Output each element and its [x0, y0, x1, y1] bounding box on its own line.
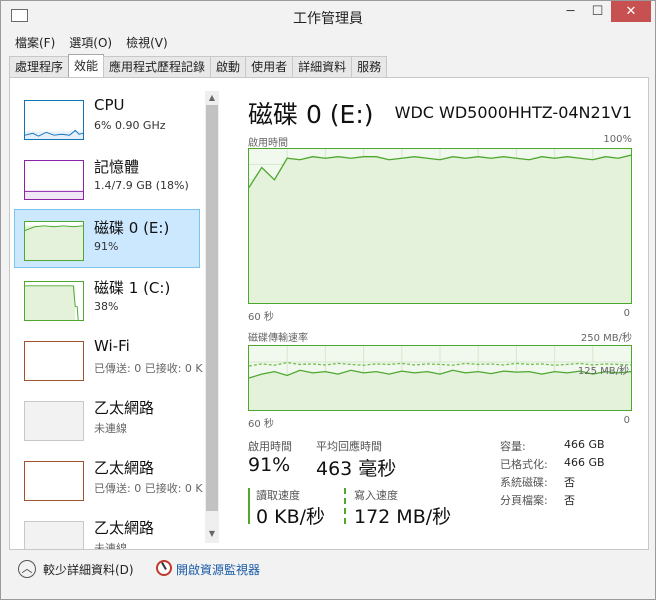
menu-file[interactable]: 檔案(F)	[15, 34, 55, 51]
open-resource-monitor-link[interactable]: 開啟資源監視器	[176, 561, 260, 578]
sidebar-item-label: CPU	[94, 96, 125, 114]
sidebar-item-ethernet-3[interactable]: 乙太網路 未連線	[14, 509, 200, 549]
tab-performance[interactable]: 效能	[68, 54, 105, 77]
cpu-thumbnail-graph	[24, 100, 84, 140]
sidebar-item-memory[interactable]: 記憶體 1.4/7.9 GB (18%)	[14, 148, 200, 207]
read-speed-label: 讀取速度	[256, 489, 300, 502]
tab-services[interactable]: 服務	[351, 56, 388, 77]
maximize-button[interactable]: ☐	[584, 1, 611, 22]
scrollbar-thumb[interactable]	[206, 105, 218, 511]
disk-title: 磁碟 0 (E:)	[248, 100, 374, 129]
chart-series-area	[249, 370, 631, 410]
title-bar: 工作管理員 ─ ☐ ✕	[1, 1, 655, 32]
sidebar-item-value: 未連線	[94, 542, 127, 549]
system-disk-label: 系統磁碟:	[500, 476, 548, 489]
tab-startup[interactable]: 啟動	[210, 56, 247, 77]
sidebar-item-disk-0[interactable]: 磁碟 0 (E:) 91%	[14, 209, 200, 268]
capacity-value: 466 GB	[564, 438, 605, 451]
chart-series-area	[249, 155, 631, 303]
transfer-rate-chart-mid: 125 MB/秒	[577, 366, 629, 377]
sidebar-item-value: 未連線	[94, 422, 127, 435]
active-time-chart	[248, 148, 632, 304]
minimize-button[interactable]: ─	[557, 1, 584, 22]
task-manager-window: 工作管理員 ─ ☐ ✕ 檔案(F) 選項(O) 檢視(V) 處理程序 效能 應用…	[0, 0, 656, 600]
transfer-rate-axis-left: 60 秒	[248, 419, 274, 430]
write-speed-indicator	[344, 488, 346, 524]
page-file-label: 分頁檔案:	[500, 494, 548, 507]
wifi-thumbnail-graph	[24, 341, 84, 381]
sidebar-item-value: 6% 0.90 GHz	[94, 119, 166, 132]
active-time-stat-value: 91%	[248, 454, 291, 476]
menu-view[interactable]: 檢視(V)	[126, 34, 168, 51]
sidebar-item-value: 1.4/7.9 GB (18%)	[94, 179, 189, 192]
read-speed-value: 0 KB/秒	[256, 506, 326, 528]
ethernet1-thumbnail-graph	[24, 401, 84, 441]
close-button[interactable]: ✕	[611, 1, 651, 22]
active-time-chart-max: 100%	[603, 134, 632, 145]
sidebar-item-value: 已傳送: 0 已接收: 0 K	[94, 362, 203, 375]
transfer-rate-chart: 125 MB/秒	[248, 345, 632, 411]
sidebar-item-label: 磁碟 1 (C:)	[94, 279, 171, 297]
formatted-label: 已格式化:	[500, 458, 548, 471]
capacity-label: 容量:	[500, 440, 526, 453]
disk-detail-pane: 磁碟 0 (E:) WDC WD5000HHTZ-04N21V1 啟用時間 10…	[248, 78, 632, 549]
sidebar-item-value: 91%	[94, 240, 119, 253]
active-time-chart-label: 啟用時間	[248, 138, 288, 149]
sidebar-item-label: 乙太網路	[94, 399, 155, 417]
sidebar-item-value: 已傳送: 0 已接收: 0 K	[94, 482, 203, 495]
avg-response-stat-value: 463 毫秒	[316, 458, 397, 480]
page-file-value: 否	[564, 494, 575, 507]
memory-thumbnail-graph	[24, 160, 84, 200]
sidebar-scrollbar[interactable]: ▲ ▼	[205, 91, 219, 543]
read-speed-indicator	[248, 488, 250, 524]
footer-bar: ︿ 較少詳細資料(D) 開啟資源監視器	[1, 551, 655, 587]
sidebar-item-value: 38%	[94, 300, 119, 313]
sidebar-item-label: 乙太網路	[94, 459, 155, 477]
tab-users[interactable]: 使用者	[245, 56, 294, 77]
disk1-thumbnail-graph	[24, 281, 84, 321]
sidebar-item-label: Wi-Fi	[94, 337, 130, 355]
sidebar-item-label: 記憶體	[94, 158, 140, 176]
sidebar-item-label: 乙太網路	[94, 519, 155, 537]
tab-processes[interactable]: 處理程序	[9, 56, 70, 77]
tab-details[interactable]: 詳細資料	[292, 56, 353, 77]
resource-monitor-icon[interactable]	[156, 560, 172, 576]
sidebar-item-wifi[interactable]: Wi-Fi 已傳送: 0 已接收: 0 K	[14, 329, 203, 388]
transfer-rate-chart-max: 250 MB/秒	[580, 333, 632, 344]
sidebar-item-ethernet-2[interactable]: 乙太網路 已傳送: 0 已接收: 0 K	[14, 449, 203, 508]
chevron-up-icon[interactable]: ︿	[18, 560, 36, 578]
transfer-rate-chart-label: 磁碟傳輸速率	[248, 333, 308, 344]
scroll-up-arrow-icon[interactable]: ▲	[205, 91, 219, 105]
write-speed-label: 寫入速度	[354, 489, 398, 502]
tab-strip: 處理程序 效能 應用程式歷程記錄 啟動 使用者 詳細資料 服務	[9, 54, 388, 77]
write-speed-value: 172 MB/秒	[354, 506, 452, 528]
active-time-axis-right: 0	[623, 308, 630, 319]
fewer-details-link[interactable]: 較少詳細資料(D)	[43, 561, 134, 578]
formatted-value: 466 GB	[564, 456, 605, 469]
performance-panel: CPU 6% 0.90 GHz 記憶體 1.4/7.9 GB (18%) 磁碟 …	[9, 77, 649, 550]
sidebar-item-ethernet-1[interactable]: 乙太網路 未連線	[14, 389, 200, 448]
sidebar-item-cpu[interactable]: CPU 6% 0.90 GHz	[14, 88, 200, 147]
sidebar-item-label: 磁碟 0 (E:)	[94, 219, 170, 237]
tab-app-history[interactable]: 應用程式歷程記錄	[103, 56, 212, 77]
active-time-axis-left: 60 秒	[248, 312, 274, 323]
sidebar-item-disk-1[interactable]: 磁碟 1 (C:) 38%	[14, 269, 200, 328]
scroll-down-arrow-icon[interactable]: ▼	[205, 527, 219, 541]
active-time-stat-label: 啟用時間	[248, 440, 292, 453]
disk-model: WDC WD5000HHTZ-04N21V1	[394, 103, 632, 122]
ethernet2-thumbnail-graph	[24, 461, 84, 501]
resource-list: CPU 6% 0.90 GHz 記憶體 1.4/7.9 GB (18%) 磁碟 …	[10, 78, 212, 549]
transfer-rate-axis-right: 0	[623, 415, 630, 426]
avg-response-stat-label: 平均回應時間	[316, 440, 382, 453]
menu-bar: 檔案(F) 選項(O) 檢視(V)	[1, 32, 655, 52]
ethernet3-thumbnail-graph	[24, 521, 84, 549]
disk0-thumbnail-graph	[24, 221, 84, 261]
system-disk-value: 否	[564, 476, 575, 489]
menu-options[interactable]: 選項(O)	[69, 34, 112, 51]
